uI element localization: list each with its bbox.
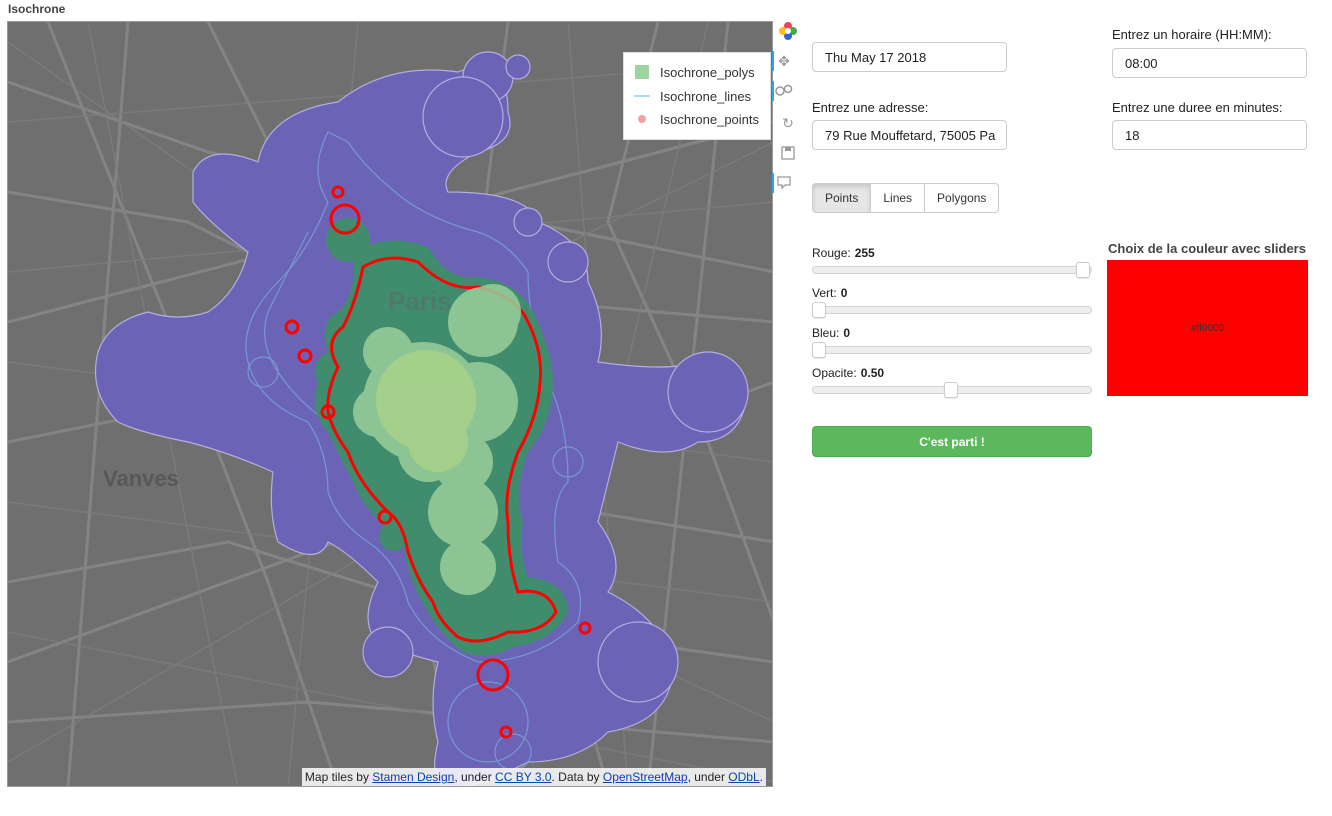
hover-icon[interactable] — [772, 173, 794, 193]
green-slider[interactable] — [812, 302, 1092, 318]
opacity-slider-label: Opacite: 0.50 — [812, 366, 884, 380]
legend-label: Isochrone_lines — [660, 88, 752, 104]
legend-item-polys[interactable]: Isochrone_polys — [634, 61, 755, 83]
legend-swatch-points — [634, 115, 650, 123]
red-slider-label: Rouge: 255 — [812, 246, 875, 260]
page-title: Isochrone — [8, 2, 66, 16]
slider-title: Rouge: — [812, 246, 851, 260]
color-hex-label: #ff0000 — [1190, 322, 1225, 334]
map-attribution: Map tiles by Stamen Design, under CC BY … — [301, 768, 766, 786]
legend-label: Isochrone_points — [660, 111, 760, 127]
mode-points-button[interactable]: Points — [812, 183, 872, 213]
map-canvas[interactable]: Vanves Paris Isochrone_polys Isochrone_l… — [7, 21, 773, 787]
color-picker-title: Choix de la couleur avec sliders — [1108, 241, 1306, 256]
attribution-text: , under — [454, 770, 496, 784]
legend-swatch-lines — [634, 95, 650, 97]
duration-label: Entrez une duree en minutes: — [1112, 100, 1283, 115]
submit-button[interactable]: C'est parti ! — [812, 426, 1092, 457]
attribution-text: . Data by — [551, 770, 603, 784]
attribution-text: Map tiles by — [304, 770, 373, 784]
wheel-zoom-icon[interactable] — [772, 81, 794, 101]
green-slider-label: Vert: 0 — [812, 286, 847, 300]
address-input[interactable]: 79 Rue Mouffetard, 75005 Pa — [812, 120, 1007, 150]
stamen-link[interactable]: Stamen Design — [372, 770, 454, 784]
slider-title: Bleu: — [812, 326, 840, 340]
reset-icon[interactable]: ↻ — [778, 113, 798, 133]
legend-item-points[interactable]: Isochrone_points — [634, 108, 759, 130]
cc-link[interactable]: CC BY 3.0 — [495, 770, 551, 784]
color-preview-swatch: #ff0000 — [1107, 260, 1308, 396]
osm-link[interactable]: OpenStreetMap — [603, 770, 688, 784]
time-label: Entrez un horaire (HH:MM): — [1112, 27, 1272, 42]
red-slider[interactable] — [812, 262, 1092, 278]
blue-slider-handle[interactable] — [812, 342, 826, 358]
legend-item-lines[interactable]: Isochrone_lines — [634, 85, 751, 107]
map-legend: Isochrone_polys Isochrone_lines Isochron… — [623, 52, 771, 140]
attribution-text: . — [759, 770, 763, 784]
duration-input[interactable]: 18 — [1112, 120, 1307, 150]
attribution-text: , under — [687, 770, 729, 784]
slider-title: Vert: — [812, 286, 837, 300]
blue-slider-label: Bleu: 0 — [812, 326, 850, 340]
legend-swatch-polys — [634, 65, 650, 79]
mode-lines-button[interactable]: Lines — [870, 183, 926, 213]
save-icon[interactable] — [778, 143, 798, 163]
date-picker-input[interactable]: Thu May 17 2018 — [812, 42, 1007, 72]
green-slider-handle[interactable] — [812, 302, 826, 318]
blue-slider[interactable] — [812, 342, 1092, 358]
blue-slider-value: 0 — [843, 326, 851, 340]
pan-icon[interactable]: ✥ — [772, 51, 794, 71]
mode-polygons-button[interactable]: Polygons — [924, 183, 1000, 213]
red-slider-handle[interactable] — [1076, 262, 1090, 278]
time-input[interactable]: 08:00 — [1112, 48, 1307, 78]
green-slider-value: 0 — [840, 286, 848, 300]
opacity-slider[interactable] — [812, 382, 1092, 398]
address-label: Entrez une adresse: — [812, 100, 929, 115]
legend-label: Isochrone_polys — [660, 64, 755, 80]
bokeh-logo-icon[interactable] — [778, 21, 798, 41]
place-label-paris: Paris — [388, 286, 452, 316]
opacity-slider-value: 0.50 — [860, 366, 885, 380]
place-label-vanves: Vanves — [103, 466, 179, 491]
display-mode-toggle: Points Lines Polygons — [812, 183, 1000, 213]
odbl-link[interactable]: ODbL — [728, 770, 759, 784]
slider-title: Opacite: — [812, 366, 857, 380]
opacity-slider-handle[interactable] — [944, 382, 958, 398]
red-slider-value: 255 — [854, 246, 875, 260]
